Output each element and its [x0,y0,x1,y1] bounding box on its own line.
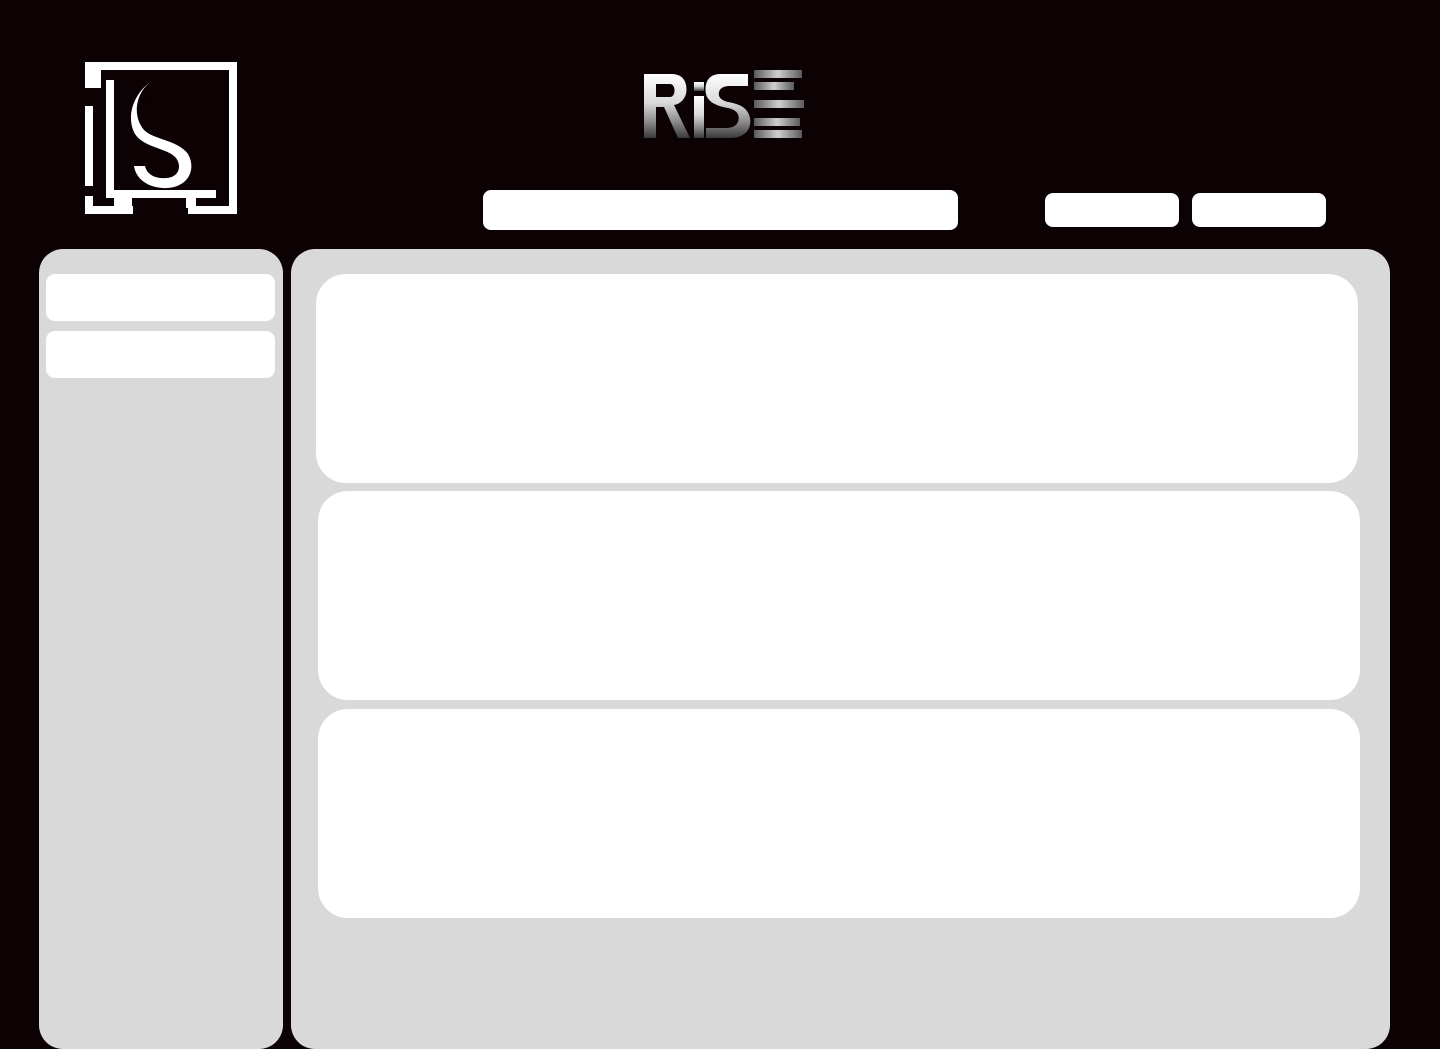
brand-logo-icon [85,62,237,214]
main-content-panel [291,249,1390,1049]
search-input[interactable] [483,190,958,230]
content-card-3[interactable] [318,709,1360,918]
brand-wordmark-logo [644,70,804,138]
content-card-2[interactable] [318,491,1360,700]
sidebar-item-1[interactable] [46,274,275,321]
content-card-1[interactable] [316,274,1358,483]
header-button-1[interactable] [1045,193,1179,227]
sidebar [39,249,283,1049]
header-button-2[interactable] [1192,193,1326,227]
sidebar-item-2[interactable] [46,331,275,378]
